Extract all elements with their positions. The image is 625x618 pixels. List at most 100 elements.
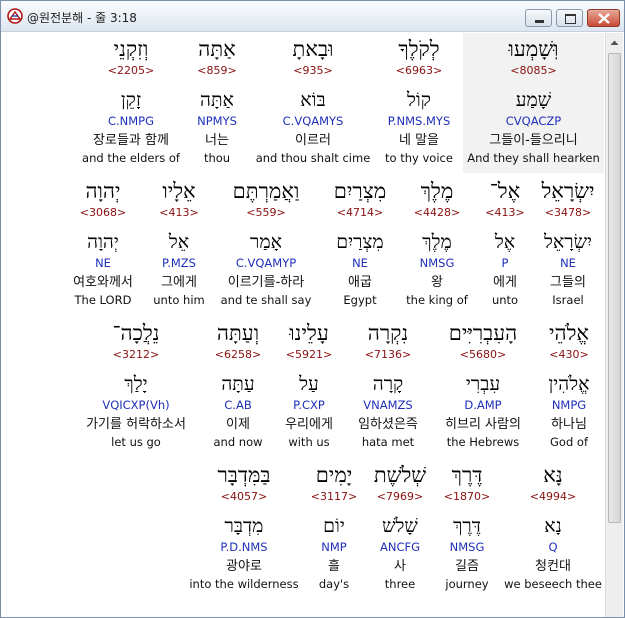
parsing-code: P.CXP xyxy=(293,398,325,412)
english-gloss: and now xyxy=(213,435,263,449)
strong-number[interactable]: <935> xyxy=(251,63,375,79)
korean-gloss: 청컨대 xyxy=(535,559,571,574)
word-block[interactable]: יָמִים <3117> יוֹם NMP 흘 day's xyxy=(305,459,363,599)
word-block[interactable]: מִצְרַיִם <4714> מִצְרַיִם NE 애굽 Egypt xyxy=(323,175,397,315)
strong-number[interactable]: <3478> xyxy=(535,205,601,221)
word-block[interactable]: נֵלֲכָה־ <3212> יָלַךְ VQICXP(Vh) 가기를 허락… xyxy=(71,317,201,457)
hebrew-word: יִשְׂרָאֵל xyxy=(541,179,595,203)
hebrew-word: אֵלָיו xyxy=(162,179,196,203)
word-block[interactable]: עָלֵינוּ <5921> עַל P.CXP 우리에게 with us xyxy=(273,317,345,457)
hebrew-lemma: עַל xyxy=(299,373,319,395)
word-block[interactable]: וּבָאתָ <935> בּוֹא C.VQAMYS 이르러 and tho… xyxy=(251,33,375,173)
hebrew-word: וּבָאתָ xyxy=(292,37,334,61)
word-block[interactable]: יִשְׂרָאֵל <3478> יִשְׂרָאֵל NE 그들의 Isra… xyxy=(535,175,601,315)
hebrew-word: אַתָּה xyxy=(198,37,236,61)
word-block[interactable]: שְׁלֹשֶׁת <7969> שָׁלֹשׁ ANCFG 사 three xyxy=(367,459,433,599)
scroll-up-arrow-icon[interactable] xyxy=(607,35,622,51)
strong-number[interactable]: <5680> xyxy=(433,347,533,363)
korean-gloss: 하나님 xyxy=(551,417,587,432)
window-title: @원전분해 - 줄 3:18 xyxy=(27,11,137,25)
hebrew-word: הָעִבְרִיִּים xyxy=(448,321,518,345)
parsing-code: NE xyxy=(560,256,576,270)
strong-number[interactable]: <1870> xyxy=(437,489,497,505)
hebrew-word: אֶל־ xyxy=(489,179,521,203)
korean-gloss: 너는 xyxy=(205,133,229,148)
word-block[interactable]: אֶל־ <413> אֶל P 에게 unto xyxy=(477,175,533,315)
strong-number[interactable]: <5921> xyxy=(273,347,345,363)
maximize-button[interactable] xyxy=(556,9,583,27)
hebrew-lemma: נָא xyxy=(544,515,562,537)
strong-number[interactable]: <4714> xyxy=(323,205,397,221)
minimize-button[interactable] xyxy=(525,9,552,27)
english-gloss: three xyxy=(384,577,416,591)
parsing-code: C.NMPG xyxy=(107,114,155,128)
hebrew-word: אֱלֹהֵי xyxy=(548,321,589,345)
strong-number[interactable]: <559> xyxy=(213,205,319,221)
hebrew-word: יָמִים xyxy=(315,463,353,487)
english-gloss: the king of xyxy=(406,293,468,307)
hebrew-lemma: בּוֹא xyxy=(300,89,326,111)
parsing-code: ANCFG xyxy=(379,540,421,554)
word-block[interactable]: אֵלָיו <413> אֵל P.MZS 그에게 unto him xyxy=(147,175,211,315)
strong-number[interactable]: <7136> xyxy=(347,347,429,363)
word-block[interactable]: וְעַתָּה <6258> עַתָּה C.AB 이제 and now xyxy=(205,317,271,457)
korean-gloss: 그들의 xyxy=(550,275,586,290)
english-gloss: let us go xyxy=(111,435,161,449)
parsing-code: NMSG xyxy=(449,540,485,554)
strong-number[interactable]: <4994> xyxy=(501,489,604,505)
word-block[interactable]: דֶּרֶךְ <1870> דֶּרֶךְ NMSG 길즘 journey xyxy=(437,459,497,599)
hebrew-lemma: אֵל xyxy=(168,231,190,253)
strong-number[interactable]: <3117> xyxy=(305,489,363,505)
strong-number[interactable]: <413> xyxy=(147,205,211,221)
korean-gloss: 흘 xyxy=(328,559,340,574)
korean-gloss: 이르기를-하라 xyxy=(227,275,305,290)
close-button[interactable] xyxy=(587,9,620,27)
title-bar[interactable]: @원전분해 - 줄 3:18 xyxy=(1,1,624,32)
interlinear-view[interactable]: וּֽשָׁמְעוּ <8085> שָׁמַע CVQACZP 그들이-들으… xyxy=(7,33,604,617)
strong-number[interactable]: <3212> xyxy=(71,347,201,363)
hebrew-lemma: אַתָּה xyxy=(200,89,234,111)
strong-number[interactable]: <859> xyxy=(187,63,247,79)
hebrew-lemma: שָׁמַע xyxy=(515,89,552,111)
hebrew-word: וַאֲמַרְתֶּם xyxy=(232,179,300,203)
word-block[interactable]: וְזִקְנֵי <2205> זָקֵן C.NMPG 장로들과 함께 an… xyxy=(77,33,185,173)
strong-number[interactable]: <4057> xyxy=(187,489,301,505)
english-gloss: hata met xyxy=(361,435,415,449)
word-block[interactable]: בַּמִּדְבָּר <4057> מִדְבָּר P.D.NMS 광야로… xyxy=(187,459,301,599)
word-block[interactable]: אַתָּה <859> אַתָּה NPMYS 너는 thou xyxy=(187,33,247,173)
app-logo-icon xyxy=(7,8,23,24)
english-gloss: with us xyxy=(288,435,330,449)
word-block[interactable]: נִקְרָה <7136> קָרָה VNAMZS 임하셨은즉 hata m… xyxy=(347,317,429,457)
hebrew-word: עָלֵינוּ xyxy=(289,321,329,345)
strong-number[interactable]: <413> xyxy=(477,205,533,221)
parsing-code: C.VQAMYP xyxy=(235,256,297,270)
scrollbar-thumb[interactable] xyxy=(608,53,621,523)
word-block[interactable]: וַאֲמַרְתֶּם <559> אָמַר C.VQAMYP 이르기를-하… xyxy=(213,175,319,315)
strong-number[interactable]: <6258> xyxy=(205,347,271,363)
hebrew-lemma: דֶּרֶךְ xyxy=(453,515,481,537)
hebrew-lemma: מִצְרַיִם xyxy=(336,231,384,253)
word-block[interactable]: מֶלֶךְ <4428> מֶלֶךְ NMSG 왕 the king of xyxy=(399,175,475,315)
strong-number[interactable]: <6963> xyxy=(377,63,461,79)
word-block[interactable]: וּֽשָׁמְעוּ <8085> שָׁמַע CVQACZP 그들이-들으… xyxy=(463,33,604,173)
strong-number[interactable]: <430> xyxy=(537,347,601,363)
strong-number[interactable]: <4428> xyxy=(399,205,475,221)
vertical-scrollbar[interactable] xyxy=(605,33,623,617)
strong-number[interactable]: <3068> xyxy=(63,205,143,221)
word-block[interactable]: יְהוָה <3068> יְהוָה NE 여호와께서 The LORD xyxy=(63,175,143,315)
strong-number[interactable]: <2205> xyxy=(77,63,185,79)
korean-gloss: 임하셨은즉 xyxy=(358,417,418,432)
parsing-code: VNAMZS xyxy=(363,398,413,412)
strong-number[interactable]: <8085> xyxy=(463,63,604,79)
korean-gloss: 이르러 xyxy=(295,133,331,148)
hebrew-lemma: זָקֵן xyxy=(120,89,142,111)
word-block[interactable]: הָעִבְרִיִּים <5680> עִבְרִי D.AMP 히브리 사… xyxy=(433,317,533,457)
word-block[interactable]: אֱלֹהֵי <430> אֱלֹהִין NMPG 하나님 God of xyxy=(537,317,601,457)
strong-number[interactable]: <7969> xyxy=(367,489,433,505)
hebrew-word: וְזִקְנֵי xyxy=(113,37,149,61)
hebrew-word: נִקְרָה xyxy=(367,321,409,345)
word-block[interactable]: לְקֹלֶךָ <6963> קוֹל P.NMS.MYS 네 말을 to t… xyxy=(377,33,461,173)
parsing-code: NMP xyxy=(321,540,347,554)
korean-gloss: 가기를 허락하소서 xyxy=(86,417,186,432)
word-block[interactable]: נָּא <4994> נָא Q 청컨대 we beseech thee xyxy=(501,459,604,599)
